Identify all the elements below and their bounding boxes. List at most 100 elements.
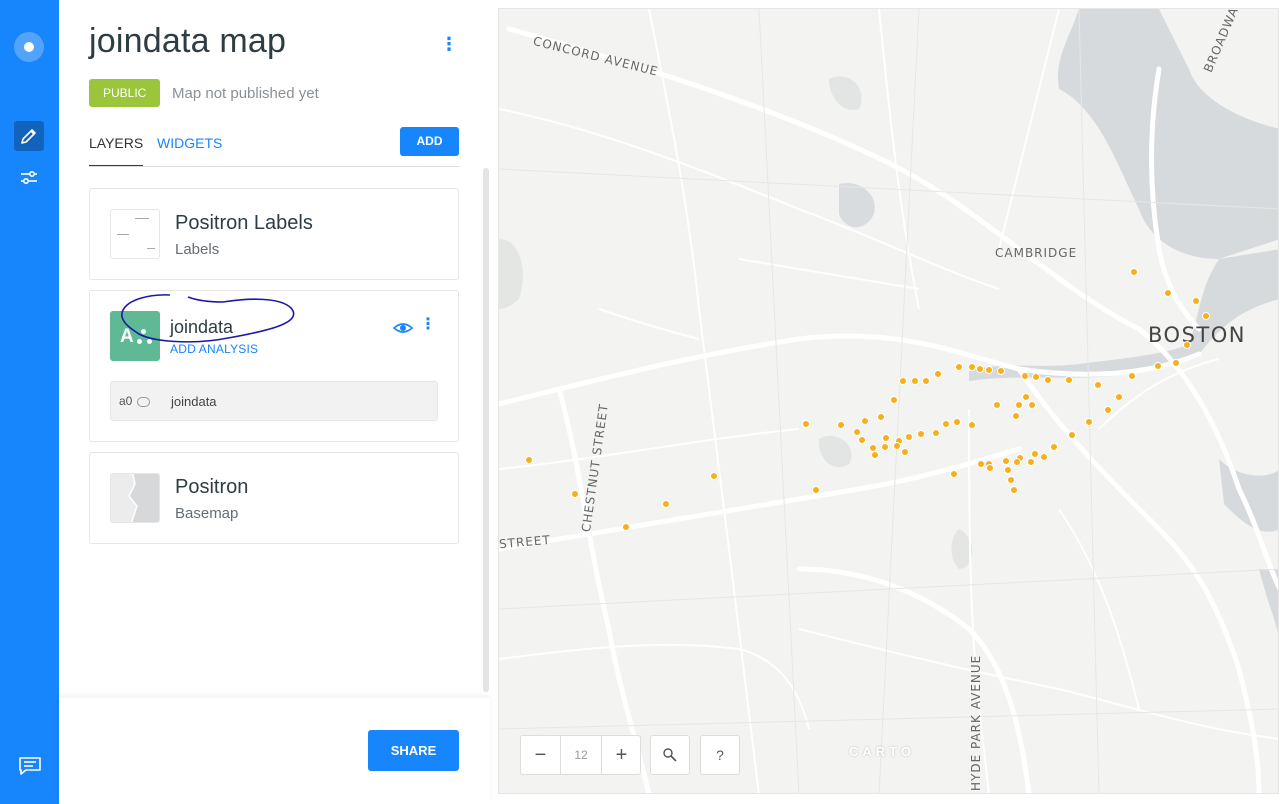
map-point[interactable] <box>934 370 942 378</box>
map-point[interactable] <box>812 486 820 494</box>
map-point[interactable] <box>1021 372 1029 380</box>
edit-pencil-icon[interactable] <box>14 121 44 151</box>
map-point[interactable] <box>1002 457 1010 465</box>
map-point[interactable] <box>1130 268 1138 276</box>
map-point[interactable] <box>1032 373 1040 381</box>
tab-layers[interactable]: LAYERS <box>89 134 144 166</box>
map-point[interactable] <box>882 434 890 442</box>
zoom-out-button[interactable]: − <box>521 736 561 774</box>
map-point[interactable] <box>953 418 961 426</box>
map-point[interactable] <box>1104 406 1112 414</box>
map-point[interactable] <box>893 442 901 450</box>
map-title[interactable]: joindata map <box>89 22 286 61</box>
feedback-chat-icon[interactable] <box>18 756 42 776</box>
map-point[interactable] <box>1027 458 1035 466</box>
analysis-row[interactable]: a0 joindata <box>110 381 438 421</box>
add-analysis-link[interactable]: ADD ANALYSIS <box>170 342 258 356</box>
layer-card-positron[interactable]: Positron Basemap <box>89 452 459 544</box>
map-point[interactable] <box>955 363 963 371</box>
tab-widgets[interactable]: WIDGETS <box>157 134 222 152</box>
basemap-tiles <box>499 9 1278 793</box>
public-badge[interactable]: PUBLIC <box>89 79 161 107</box>
map-point[interactable] <box>871 451 879 459</box>
map-point[interactable] <box>942 420 950 428</box>
map-point[interactable] <box>525 456 533 464</box>
map-point[interactable] <box>1154 362 1162 370</box>
map-point[interactable] <box>1031 450 1039 458</box>
map-options-menu-icon[interactable]: ⋮ <box>439 34 459 56</box>
map-point[interactable] <box>968 363 976 371</box>
map-point[interactable] <box>853 428 861 436</box>
visibility-eye-icon[interactable] <box>392 317 414 339</box>
analysis-toggle-icon[interactable] <box>137 397 150 407</box>
map-point[interactable] <box>1004 466 1012 474</box>
settings-sliders-icon[interactable] <box>14 162 44 192</box>
map-point[interactable] <box>1128 372 1136 380</box>
panel-scrollbar[interactable] <box>483 168 489 692</box>
map-point[interactable] <box>932 429 940 437</box>
map-point[interactable] <box>905 433 913 441</box>
map-point[interactable] <box>1065 376 1073 384</box>
map-point[interactable] <box>950 470 958 478</box>
map-point[interactable] <box>986 464 994 472</box>
map-point[interactable] <box>1115 393 1123 401</box>
map-point[interactable] <box>977 460 985 468</box>
map-point[interactable] <box>1044 376 1052 384</box>
map-point[interactable] <box>1012 412 1020 420</box>
map-point[interactable] <box>1085 418 1093 426</box>
map-point[interactable] <box>899 377 907 385</box>
map-point[interactable] <box>1022 393 1030 401</box>
map-point[interactable] <box>911 377 919 385</box>
map-point[interactable] <box>1183 341 1191 349</box>
layer-letter: A <box>120 326 134 347</box>
map-point[interactable] <box>922 377 930 385</box>
layer-subtitle: Basemap <box>175 505 239 522</box>
map-point[interactable] <box>1192 297 1200 305</box>
map-point[interactable] <box>710 472 718 480</box>
map-point[interactable] <box>1028 401 1036 409</box>
map-point[interactable] <box>662 500 670 508</box>
layer-title[interactable]: Positron <box>175 476 248 499</box>
map-help-button[interactable]: ? <box>700 735 740 775</box>
map-point[interactable] <box>968 421 976 429</box>
map-point[interactable] <box>1010 486 1018 494</box>
map-point[interactable] <box>890 396 898 404</box>
map-point[interactable] <box>985 366 993 374</box>
map-point[interactable] <box>1015 401 1023 409</box>
map-point[interactable] <box>802 420 810 428</box>
map-point[interactable] <box>881 443 889 451</box>
zoom-in-button[interactable]: + <box>601 736 641 774</box>
map-point[interactable] <box>877 413 885 421</box>
map-point[interactable] <box>1068 431 1076 439</box>
map-point[interactable] <box>858 436 866 444</box>
layer-card-joindata[interactable]: A joindata ADD ANALYSIS ⋮ a0 joindata <box>89 290 459 442</box>
map-point[interactable] <box>571 490 579 498</box>
map-point[interactable] <box>1013 458 1021 466</box>
map-point[interactable] <box>993 401 1001 409</box>
map-point[interactable] <box>976 365 984 373</box>
map-point[interactable] <box>1202 312 1210 320</box>
add-layer-button[interactable]: ADD <box>400 127 459 156</box>
map-label-cambridge: CAMBRIDGE <box>995 246 1078 260</box>
map-canvas[interactable]: CONCORD AVENUE BROADWAY CAMBRIDGE BOSTON… <box>498 8 1279 794</box>
panel-footer: SHARE <box>59 698 490 804</box>
map-point[interactable] <box>1094 381 1102 389</box>
share-button[interactable]: SHARE <box>368 730 459 771</box>
map-point[interactable] <box>622 523 630 531</box>
map-point[interactable] <box>997 367 1005 375</box>
layer-card-positron-labels[interactable]: Positron Labels Labels <box>89 188 459 280</box>
map-point[interactable] <box>861 417 869 425</box>
layer-title[interactable]: Positron Labels <box>175 212 313 235</box>
map-point[interactable] <box>917 430 925 438</box>
carto-logo-icon[interactable] <box>14 32 44 62</box>
map-point[interactable] <box>1164 289 1172 297</box>
map-point[interactable] <box>1040 453 1048 461</box>
map-search-button[interactable] <box>650 735 690 775</box>
map-point[interactable] <box>837 421 845 429</box>
layer-options-menu-icon[interactable]: ⋮ <box>420 317 436 339</box>
layer-title[interactable]: joindata <box>170 317 233 338</box>
map-point[interactable] <box>1007 476 1015 484</box>
map-point[interactable] <box>1172 359 1180 367</box>
map-point[interactable] <box>1050 443 1058 451</box>
map-point[interactable] <box>901 448 909 456</box>
